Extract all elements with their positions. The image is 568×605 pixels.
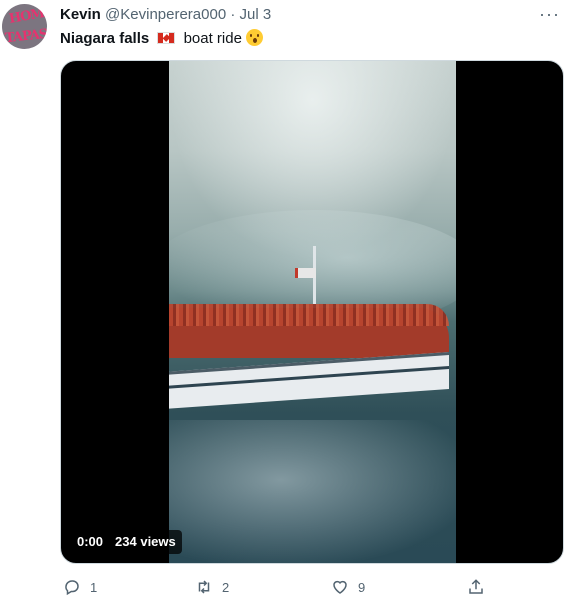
retweet-button[interactable]: 2 — [192, 575, 229, 599]
like-button[interactable]: 9 — [328, 575, 365, 599]
retweet-count: 2 — [222, 579, 230, 595]
user-handle[interactable]: @Kevinperera000 — [105, 6, 226, 23]
boat-flag — [295, 268, 316, 278]
boat-hull — [169, 352, 449, 410]
video-views: 234 views — [115, 534, 176, 549]
video-player[interactable]: 0:00 234 views — [60, 60, 564, 564]
reply-button[interactable]: 1 — [60, 575, 97, 599]
tweet-text-rest: boat ride — [183, 30, 242, 47]
avatar[interactable]: HOM TAPAS — [2, 4, 47, 49]
video-frame[interactable] — [169, 61, 456, 563]
tweet-text-bold: Niagara falls — [60, 30, 150, 47]
tweet-date[interactable]: Jul 3 — [240, 6, 272, 23]
retweet-icon — [192, 575, 216, 599]
avatar-text-line1: HOM — [7, 6, 46, 27]
more-options-icon[interactable]: ··· — [539, 4, 560, 25]
video-time: 0:00 — [77, 534, 104, 549]
avatar-text-line2: TAPAS — [4, 26, 47, 47]
passengers — [169, 304, 449, 326]
share-button[interactable] — [464, 575, 488, 599]
tweet-header: Kevin @Kevinperera000 · Jul 3 — [60, 6, 271, 24]
astonished-face-icon — [246, 29, 264, 46]
tour-boat — [169, 246, 456, 416]
reply-count: 1 — [90, 579, 98, 595]
like-count: 9 — [358, 579, 366, 595]
canada-flag-icon — [157, 32, 176, 44]
water-foam — [169, 420, 456, 563]
video-info-badge: 0:00 234 views — [71, 530, 182, 554]
share-icon — [464, 575, 488, 599]
reply-icon — [60, 575, 84, 599]
tweet-text: Niagara falls boat ride — [60, 29, 264, 48]
display-name[interactable]: Kevin — [60, 6, 101, 23]
separator-dot: · — [230, 6, 236, 23]
tweet-actions: 1 2 9 — [60, 575, 520, 599]
heart-icon — [328, 575, 352, 599]
